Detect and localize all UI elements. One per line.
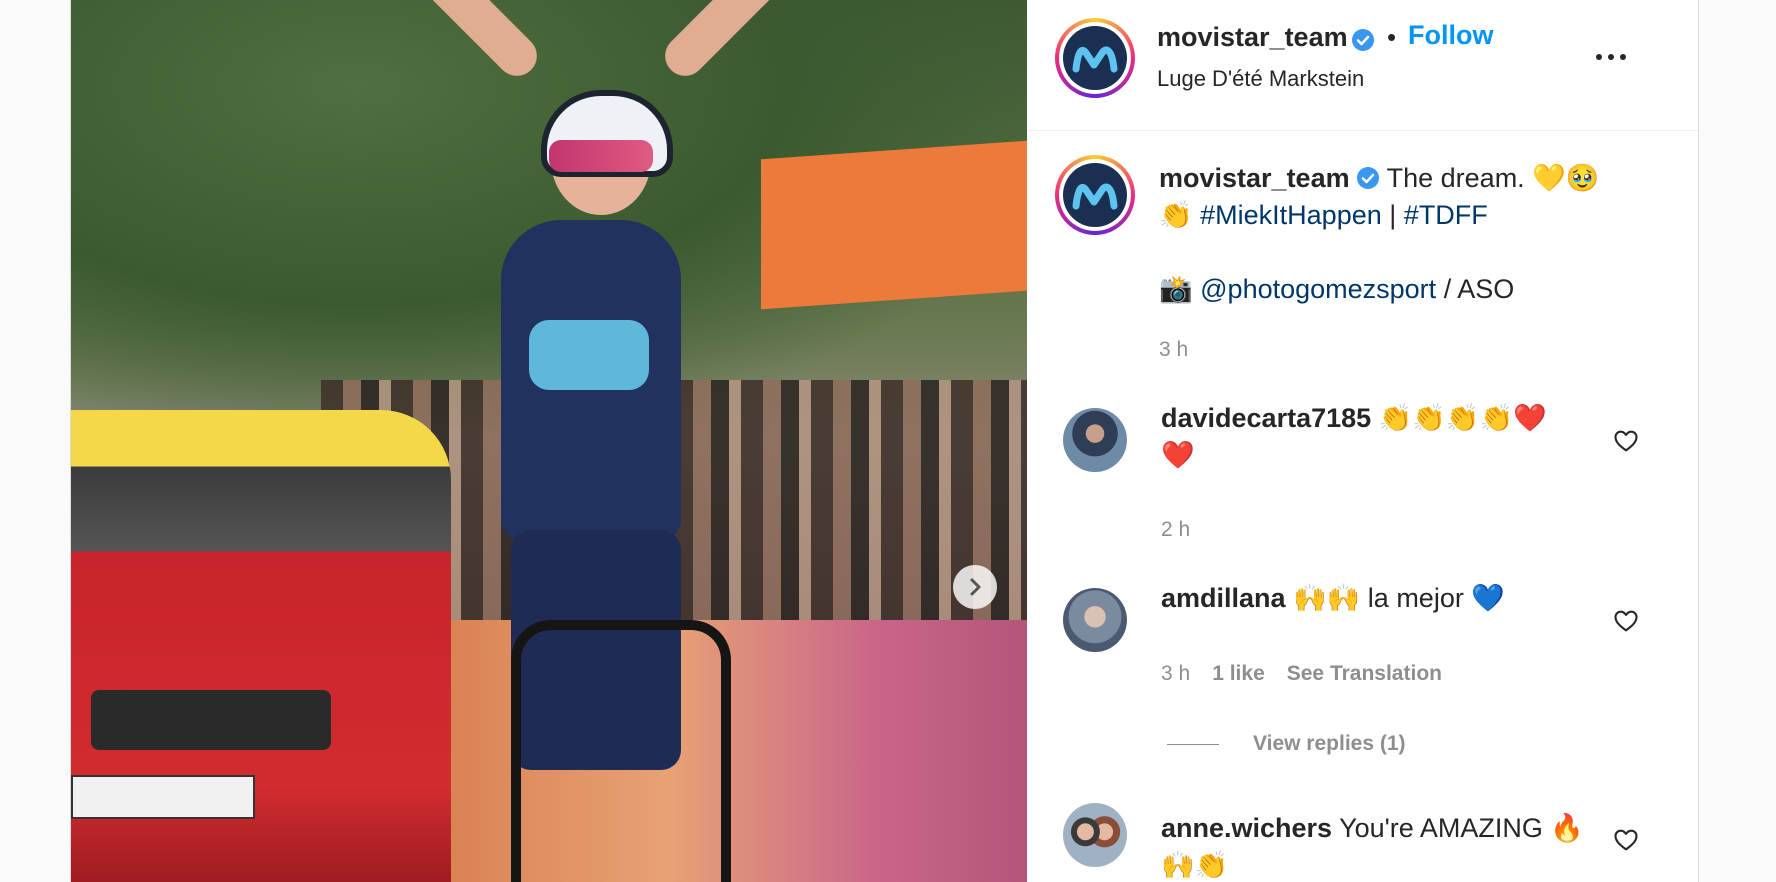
jersey-logo xyxy=(529,320,649,390)
comment-avatar[interactable] xyxy=(1063,803,1127,867)
comment-text: 👏👏👏👏❤️ xyxy=(1378,403,1547,433)
comment-text: You're AMAZING 🔥 xyxy=(1339,813,1584,843)
caption-divider: | xyxy=(1389,200,1397,230)
comment-username[interactable]: anne.wichers xyxy=(1161,813,1332,843)
caption-username[interactable]: movistar_team xyxy=(1159,163,1350,193)
comment-username[interactable]: amdillana xyxy=(1161,583,1286,613)
hashtag-miekithappen[interactable]: #MiekItHappen xyxy=(1200,200,1382,230)
see-translation-link[interactable]: See Translation xyxy=(1287,662,1442,686)
more-horizontal-icon xyxy=(1596,54,1626,60)
heart-icon xyxy=(1614,430,1638,451)
caption-line-1: The dream. xyxy=(1386,163,1525,193)
comment-avatar[interactable] xyxy=(1063,408,1127,472)
cyclist xyxy=(347,0,855,882)
chevron-right-icon xyxy=(970,578,981,596)
like-comment-button[interactable] xyxy=(1610,426,1642,458)
comment-body: davidecarta7185 👏👏👏👏❤️ ❤️ xyxy=(1161,400,1601,474)
next-photo-button[interactable] xyxy=(953,565,997,609)
comment-avatar[interactable] xyxy=(1063,588,1127,652)
comment-username[interactable]: davidecarta7185 xyxy=(1161,403,1371,433)
comment-text-2: 🙌👏 xyxy=(1161,850,1229,880)
header-separator: • xyxy=(1387,22,1397,52)
post-location[interactable]: Luge D'été Markstein xyxy=(1157,66,1364,92)
header-avatar[interactable] xyxy=(1055,18,1135,98)
caption-timestamp[interactable]: 3 h xyxy=(1159,338,1188,362)
license-plate xyxy=(71,775,255,819)
caption-emoji: 💛🥹 xyxy=(1532,163,1600,193)
follow-button[interactable]: Follow xyxy=(1408,20,1493,51)
movistar-logo-icon xyxy=(1072,46,1118,73)
verified-badge-icon xyxy=(1352,29,1374,51)
comment-likes[interactable]: 1 like xyxy=(1212,662,1265,686)
clap-emoji: 👏 xyxy=(1159,200,1193,230)
instagram-post: movistar_team • Follow Luge D'été Markst… xyxy=(70,0,1699,882)
comment-text-2: ❤️ xyxy=(1161,440,1195,470)
hashtag-tdff[interactable]: #TDFF xyxy=(1404,200,1488,230)
post-photo[interactable] xyxy=(71,0,1027,882)
sponsor-banner xyxy=(761,140,1027,310)
caption-avatar[interactable] xyxy=(1055,155,1135,235)
verified-badge-icon xyxy=(1356,167,1379,189)
caption-text: movistar_team The dream. 💛🥹 👏 #MiekItHap… xyxy=(1159,160,1629,308)
like-comment-button[interactable] xyxy=(1610,825,1642,857)
post-side-panel: movistar_team • Follow Luge D'été Markst… xyxy=(1027,0,1698,882)
bicycle xyxy=(511,620,731,882)
replies-divider-line xyxy=(1167,743,1219,745)
view-replies-label: View replies (1) xyxy=(1253,732,1406,755)
comment-timestamp[interactable]: 3 h xyxy=(1161,662,1190,686)
photo-credit: / ASO xyxy=(1443,274,1515,304)
car-grille xyxy=(91,690,331,750)
header-username[interactable]: movistar_team xyxy=(1157,22,1348,53)
post-header: movistar_team • Follow Luge D'été Markst… xyxy=(1027,0,1698,131)
comment-body: anne.wichers You're AMAZING 🔥 🙌👏 xyxy=(1161,810,1601,882)
movistar-logo-icon xyxy=(1072,183,1118,210)
comment-body: amdillana 🙌🙌 la mejor 💙 xyxy=(1161,580,1601,617)
mention-photographer[interactable]: @photogomezsport xyxy=(1200,274,1436,304)
comment-text: 🙌🙌 la mejor 💙 xyxy=(1293,583,1505,613)
comment-timestamp[interactable]: 2 h xyxy=(1161,518,1190,542)
view-replies-button[interactable]: View replies (1) xyxy=(1167,732,1406,756)
more-options-button[interactable] xyxy=(1589,42,1633,72)
heart-icon xyxy=(1614,610,1638,631)
like-comment-button[interactable] xyxy=(1610,606,1642,638)
cyclist-glasses xyxy=(549,140,653,172)
comment-meta: 3 h 1 like See Translation xyxy=(1161,662,1442,686)
heart-icon xyxy=(1614,829,1638,850)
camera-emoji: 📸 xyxy=(1159,274,1193,304)
comment-meta: 2 h xyxy=(1161,518,1190,542)
